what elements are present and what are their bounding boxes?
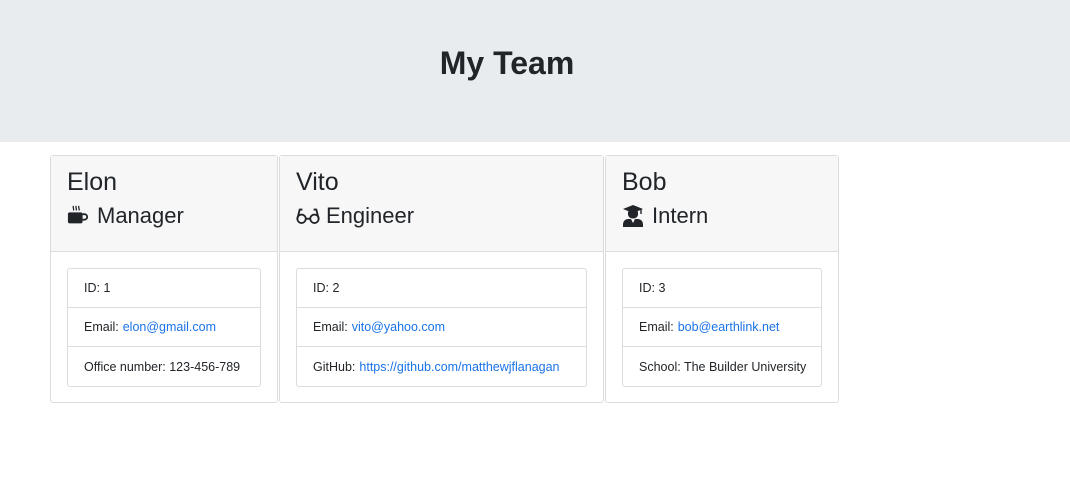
card-body: ID: 3 Email: bob@earthlink.net School: T… <box>606 252 838 403</box>
employee-name: Bob <box>622 168 667 196</box>
role-label: Manager <box>97 203 184 228</box>
card-body: ID: 2 Email: vito@yahoo.com GitHub: http… <box>280 252 603 403</box>
email-label: Email: <box>313 320 348 334</box>
page-header: My Team <box>0 0 1070 142</box>
id-item: ID: 2 <box>297 269 586 308</box>
email-item: Email: elon@gmail.com <box>68 308 260 347</box>
role-label: Intern <box>652 203 709 228</box>
email-link[interactable]: elon@gmail.com <box>123 320 216 334</box>
school-item: School: The Builder University <box>639 359 807 374</box>
employee-card-intern: Bob Intern ID: 3 Email: bob@earthlink.ne… <box>605 155 839 403</box>
role-label: Engineer <box>326 203 415 228</box>
id-item: ID: 1 <box>68 269 260 308</box>
details-list: ID: 1 Email: elon@gmail.com Office numbe… <box>67 268 261 387</box>
employee-card-manager: Elon Manager ID: 1 Email: elon@gmail.com… <box>50 155 278 403</box>
employee-role: Engineer <box>296 203 587 229</box>
office-number-item: Office number: 123-456-789 <box>84 359 241 374</box>
id-item: ID: 3 <box>623 269 821 308</box>
email-link[interactable]: bob@earthlink.net <box>678 320 780 334</box>
email-item: Email: bob@earthlink.net <box>623 308 821 347</box>
details-list: ID: 2 Email: vito@yahoo.com GitHub: http… <box>296 268 587 387</box>
github-item: GitHub: https://github.com/matthewjflana… <box>297 347 586 386</box>
glasses-icon <box>296 205 320 227</box>
email-label: Email: <box>84 320 119 334</box>
employee-role: Intern <box>622 203 822 229</box>
email-label: Email: <box>639 320 674 334</box>
employee-name: Vito <box>296 168 339 196</box>
email-link[interactable]: vito@yahoo.com <box>352 320 445 334</box>
github-label: GitHub: <box>313 359 356 374</box>
email-item: Email: vito@yahoo.com <box>297 308 586 347</box>
employee-role: Manager <box>67 203 261 229</box>
card-header: Bob Intern <box>606 156 838 252</box>
card-header: Vito Engineer <box>280 156 603 252</box>
employee-name: Elon <box>67 168 118 196</box>
card-header: Elon Manager <box>51 156 277 252</box>
details-list: ID: 3 Email: bob@earthlink.net School: T… <box>622 268 822 387</box>
team-cards: Elon Manager ID: 1 Email: elon@gmail.com… <box>50 155 840 403</box>
graduate-icon <box>622 205 646 227</box>
page-title: My Team <box>439 44 575 81</box>
employee-card-engineer: Vito Engineer ID: 2 Email: vito@yahoo.co… <box>279 155 604 403</box>
card-body: ID: 1 Email: elon@gmail.com Office numbe… <box>51 252 277 403</box>
coffee-icon <box>67 205 91 227</box>
github-link[interactable]: https://github.com/matthewjflanagan <box>359 360 559 374</box>
